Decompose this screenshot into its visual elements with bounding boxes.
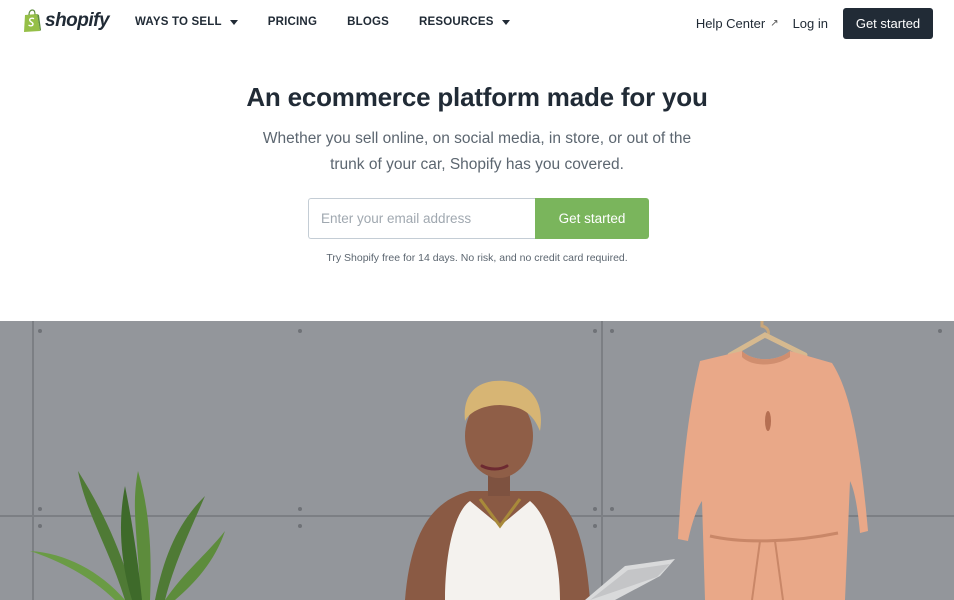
hero-illustration — [0, 321, 954, 600]
header-actions: Help Center ↗ Log in Get started — [696, 8, 933, 39]
hero-subtext: Whether you sell online, on social media… — [262, 130, 692, 173]
nav-resources[interactable]: RESOURCES — [419, 16, 510, 28]
hero-photo — [0, 321, 954, 600]
nav-pricing[interactable]: PRICING — [268, 16, 317, 28]
nav-blogs-label: BLOGS — [347, 16, 389, 28]
email-input[interactable] — [308, 198, 535, 239]
nav-blogs[interactable]: BLOGS — [347, 16, 389, 28]
external-arrow-icon: ↗ — [770, 18, 779, 29]
help-center-link[interactable]: Help Center ↗ — [696, 16, 779, 31]
help-center-label: Help Center — [695, 16, 766, 31]
shopify-bag-icon — [24, 9, 41, 32]
caret-down-icon — [229, 19, 238, 25]
shopify-logo[interactable]: shopify — [22, 9, 110, 33]
site-header: shopify WAYS TO SELL PRICING BLOGS RESOU… — [0, 0, 954, 46]
trial-note: Try Shopify free for 14 days. No risk, a… — [326, 252, 628, 264]
hero-get-started-button[interactable]: Get started — [535, 198, 649, 239]
signup-form: Get started — [308, 198, 649, 239]
login-link[interactable]: Log in — [793, 16, 828, 31]
main-nav: WAYS TO SELL PRICING BLOGS RESOURCES — [135, 16, 510, 28]
nav-pricing-label: PRICING — [267, 16, 318, 28]
logo-wordmark: shopify — [45, 10, 110, 31]
caret-down-icon — [501, 19, 510, 25]
header-get-started-button[interactable]: Get started — [843, 8, 933, 39]
page-title: An ecommerce platform made for you — [246, 82, 708, 112]
nav-resources-label: RESOURCES — [418, 16, 494, 28]
nav-ways-to-sell[interactable]: WAYS TO SELL — [135, 16, 238, 28]
nav-ways-to-sell-label: WAYS TO SELL — [135, 16, 222, 28]
